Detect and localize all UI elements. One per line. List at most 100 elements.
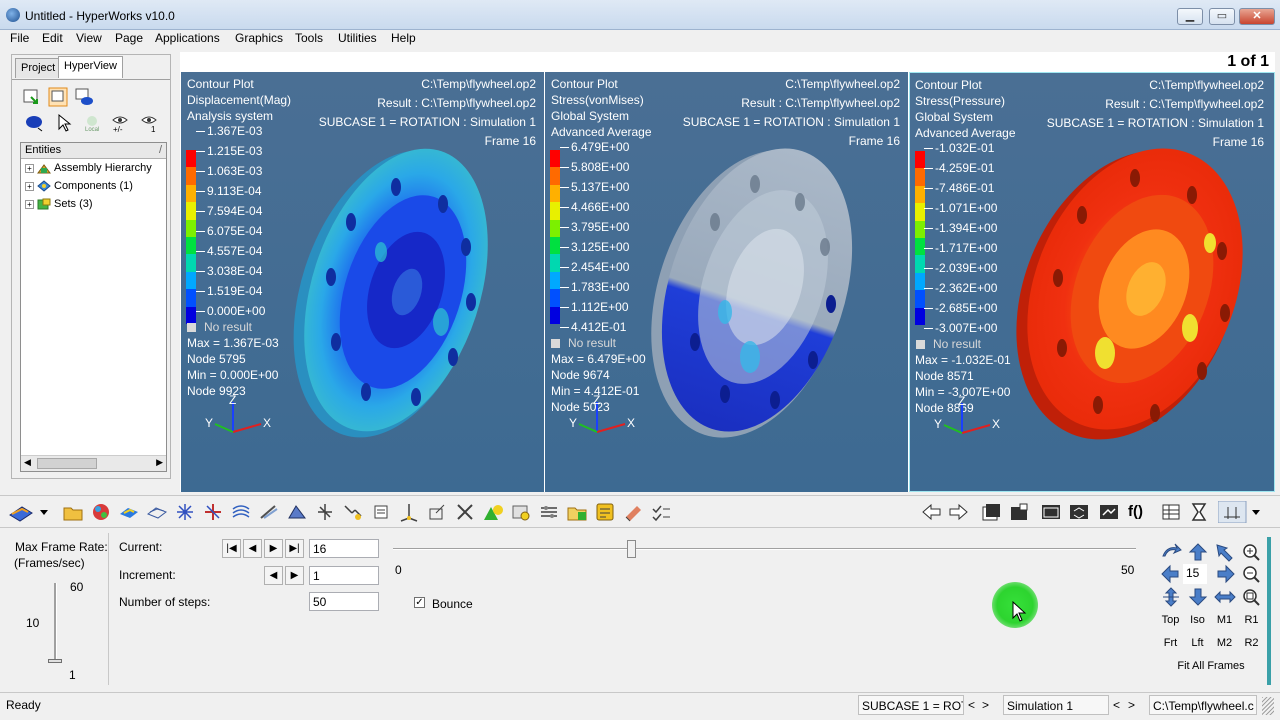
- cut-section-icon[interactable]: [258, 501, 280, 523]
- bounce-checkbox[interactable]: ✓: [414, 597, 425, 608]
- play-button[interactable]: ▶: [264, 539, 283, 558]
- pan-horizontal-icon[interactable]: [1212, 587, 1237, 608]
- viewport-vonmises[interactable]: Contour Plot Stress(vonMises) Global Sys…: [545, 72, 908, 492]
- simulation-next-button[interactable]: >: [1128, 698, 1135, 712]
- hide-icon[interactable]: [48, 87, 68, 107]
- tree-item-components[interactable]: + Components (1): [25, 180, 133, 192]
- view-options-dropdown[interactable]: [1217, 500, 1266, 524]
- zoom-fit-icon[interactable]: [1239, 587, 1264, 608]
- select-pointer-icon[interactable]: [54, 113, 74, 133]
- previous-frame-button[interactable]: ◀: [243, 539, 262, 558]
- rotate-down-icon[interactable]: [1185, 587, 1210, 608]
- horizontal-scrollbar[interactable]: ◀ ▶: [21, 455, 166, 471]
- tab-project[interactable]: Project: [15, 58, 62, 78]
- rotate-right-icon[interactable]: [1212, 564, 1237, 585]
- menu-help[interactable]: Help: [391, 31, 416, 45]
- scroll-thumb[interactable]: [37, 458, 97, 469]
- increment-input[interactable]: 1: [309, 566, 379, 585]
- frame-rate-thumb[interactable]: [48, 659, 62, 663]
- local-icon[interactable]: Local: [82, 113, 102, 133]
- open-folder-icon[interactable]: [62, 501, 84, 523]
- visibility-one-icon[interactable]: 1: [139, 113, 159, 134]
- next-page-icon[interactable]: [948, 501, 970, 523]
- view-left-button[interactable]: Lft: [1185, 633, 1210, 654]
- entities-header[interactable]: Entities /: [21, 143, 166, 159]
- function-icon[interactable]: f(): [1128, 501, 1150, 523]
- frame-slider-track[interactable]: [393, 548, 1136, 550]
- menu-applications[interactable]: Applications: [155, 31, 220, 45]
- zoom-out-icon[interactable]: [1239, 564, 1264, 585]
- settings-icon[interactable]: [538, 501, 560, 523]
- restore-button[interactable]: ▭: [1209, 8, 1235, 25]
- new-page-icon[interactable]: [1008, 501, 1030, 523]
- add-folder-icon[interactable]: [566, 501, 588, 523]
- fit-all-frames-button[interactable]: Fit All Frames: [1158, 656, 1264, 677]
- tab-hyperview[interactable]: HyperView: [58, 56, 123, 78]
- shapes-icon[interactable]: [482, 501, 504, 523]
- eraser-icon[interactable]: [622, 501, 644, 523]
- menu-graphics[interactable]: Graphics: [235, 31, 283, 45]
- axis-icon[interactable]: [398, 501, 420, 523]
- zoom-in-icon[interactable]: [1239, 542, 1264, 563]
- show-icon[interactable]: [22, 87, 42, 107]
- synchronize-icon[interactable]: [1098, 501, 1120, 523]
- increment-button[interactable]: ▶: [285, 566, 304, 585]
- menu-edit[interactable]: Edit: [42, 31, 63, 45]
- last-frame-button[interactable]: ▶|: [285, 539, 304, 558]
- isolate-icon[interactable]: [74, 87, 94, 107]
- tree-item-assembly-hierarchy[interactable]: + Assembly Hierarchy: [25, 162, 152, 174]
- display-cube-icon[interactable]: [24, 113, 44, 133]
- expand-window-icon[interactable]: [1068, 501, 1090, 523]
- frame-rate-slider[interactable]: [54, 583, 57, 663]
- frame-slider-thumb[interactable]: [626, 540, 636, 558]
- close-button[interactable]: ✕: [1239, 8, 1275, 25]
- simulation-selector[interactable]: Simulation 1: [1003, 695, 1109, 715]
- tree-item-sets[interactable]: + Sets (3): [25, 198, 93, 210]
- current-frame-input[interactable]: 16: [309, 539, 379, 558]
- resize-grip-icon[interactable]: [1262, 697, 1274, 715]
- report-icon[interactable]: [594, 501, 616, 523]
- minimize-button[interactable]: ▁: [1177, 8, 1203, 25]
- tools-icon[interactable]: [454, 501, 476, 523]
- viewport-pressure[interactable]: Contour Plot Stress(Pressure) Global Sys…: [909, 72, 1275, 492]
- menu-page[interactable]: Page: [115, 31, 143, 45]
- system-icon[interactable]: [426, 501, 448, 523]
- simulation-prev-button[interactable]: <: [1113, 698, 1120, 712]
- single-window-icon[interactable]: [1040, 501, 1062, 523]
- deformed-icon[interactable]: [146, 501, 168, 523]
- view-top-button[interactable]: Top: [1158, 610, 1183, 631]
- menu-file[interactable]: File: [10, 31, 29, 45]
- decrement-button[interactable]: ◀: [264, 566, 283, 585]
- menu-view[interactable]: View: [76, 31, 102, 45]
- hourglass-icon[interactable]: [1188, 501, 1210, 523]
- menu-utilities[interactable]: Utilities: [338, 31, 377, 45]
- view-r1-button[interactable]: R1: [1239, 610, 1264, 631]
- checklist-icon[interactable]: [650, 501, 672, 523]
- subcase-next-button[interactable]: >: [982, 698, 989, 712]
- visibility-toggle-icon[interactable]: +/-: [110, 113, 130, 134]
- animation-mode-icon[interactable]: [8, 501, 48, 523]
- tracing-icon[interactable]: [314, 501, 336, 523]
- file-selector[interactable]: C:\Temp\flywheel.c: [1149, 695, 1257, 715]
- first-frame-button[interactable]: |◀: [222, 539, 241, 558]
- rotation-angle-input[interactable]: 15: [1183, 564, 1207, 584]
- expand-icon[interactable]: +: [25, 181, 34, 191]
- viewport-displacement[interactable]: Contour Plot Displacement(Mag) Analysis …: [181, 72, 544, 492]
- page-layout-icon[interactable]: [980, 501, 1002, 523]
- view-r2-button[interactable]: R2: [1239, 633, 1264, 654]
- previous-page-icon[interactable]: [920, 501, 942, 523]
- contour-icon[interactable]: [118, 501, 140, 523]
- measure-icon[interactable]: [342, 501, 364, 523]
- expand-icon[interactable]: +: [25, 199, 34, 209]
- iso-surface-icon[interactable]: [286, 501, 308, 523]
- view-m1-button[interactable]: M1: [1212, 610, 1237, 631]
- rotate-up-right-icon[interactable]: [1212, 542, 1237, 563]
- expand-icon[interactable]: +: [25, 163, 34, 173]
- globe-icon[interactable]: [90, 501, 112, 523]
- steps-input[interactable]: 50: [309, 592, 379, 611]
- rotate-left-icon[interactable]: [1158, 564, 1183, 585]
- rotate-up-icon[interactable]: [1185, 542, 1210, 563]
- rotate-up-left-icon[interactable]: [1158, 542, 1183, 563]
- view-m2-button[interactable]: M2: [1212, 633, 1237, 654]
- view-iso-button[interactable]: Iso: [1185, 610, 1210, 631]
